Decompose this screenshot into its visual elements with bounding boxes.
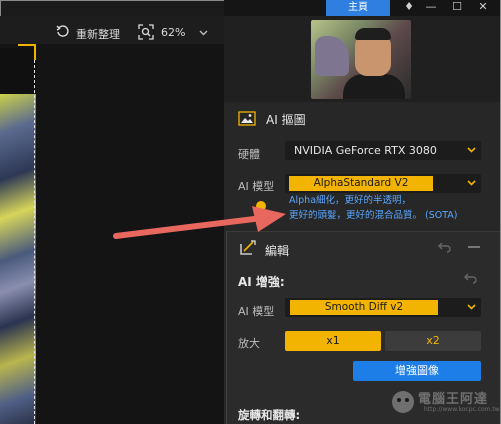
diamond-icon[interactable]: ♦	[398, 0, 420, 16]
chevron-down-icon[interactable]	[199, 27, 208, 40]
ai-matting-title: AI 摳圖	[266, 113, 306, 127]
chevron-down-icon	[467, 179, 476, 187]
model-hint-line2: 更好的頭髮，更好的混合品質。 (SOTA)	[289, 210, 458, 221]
minimize-icon[interactable]: —	[420, 0, 442, 16]
zoom-x2-option[interactable]: x2	[385, 331, 481, 351]
enhance-model-select[interactable]: Smooth Diff v2	[285, 298, 481, 317]
watermark-url: http://www.kocpc.com.tw	[424, 406, 500, 413]
enhance-model-label: AI 模型	[238, 305, 275, 318]
model-hint-line1: Alpha細化，更好的半透明，	[289, 195, 412, 206]
image-icon	[238, 111, 256, 129]
collapse-icon[interactable]	[468, 246, 480, 248]
edit-title: 編輯	[265, 244, 290, 258]
enhance-image-button[interactable]: 增強圖像	[353, 361, 481, 381]
zoom-x1-option[interactable]: x1	[285, 331, 381, 351]
hardware-value: NVIDIA GeForce RTX 3080	[294, 144, 437, 157]
rotate-flip-heading: 旋轉和翻轉:	[238, 408, 301, 422]
matting-model-select[interactable]: AlphaStandard V2	[285, 174, 481, 193]
enhance-model-value: Smooth Diff v2	[290, 300, 438, 315]
zoom-icon[interactable]	[138, 24, 154, 43]
chevron-down-icon	[467, 303, 476, 311]
annotation-arrow-icon	[113, 206, 286, 239]
selection-boundary	[34, 60, 35, 424]
reset-enhance-icon[interactable]	[463, 272, 477, 287]
maximize-icon[interactable]: ☐	[446, 0, 468, 16]
preview-thumbnail[interactable]	[311, 20, 411, 99]
zoom-label: 放大	[238, 337, 260, 350]
close-icon[interactable]: ✕	[472, 0, 494, 16]
hardware-select[interactable]: NVIDIA GeForce RTX 3080	[285, 141, 481, 160]
canvas-photo	[0, 48, 36, 424]
reset-label[interactable]: 重新整理	[76, 26, 120, 42]
zoom-value: 62%	[161, 26, 186, 39]
matting-model-value: AlphaStandard V2	[289, 176, 433, 191]
model-hint: Alpha細化，更好的半透明， 更好的頭髮，更好的混合品質。 (SOTA)	[289, 193, 458, 223]
chevron-down-icon	[467, 146, 476, 154]
watermark-text: 電腦王阿達	[418, 392, 489, 407]
reset-icon[interactable]	[56, 25, 69, 41]
ai-model-label: AI 模型	[238, 180, 275, 193]
hardware-label: 硬體	[238, 148, 260, 161]
ai-enhance-heading: AI 增強:	[238, 275, 285, 289]
home-button[interactable]: 主頁	[326, 0, 390, 16]
crop-corner-handle[interactable]	[18, 44, 36, 60]
undo-icon[interactable]	[437, 241, 451, 256]
